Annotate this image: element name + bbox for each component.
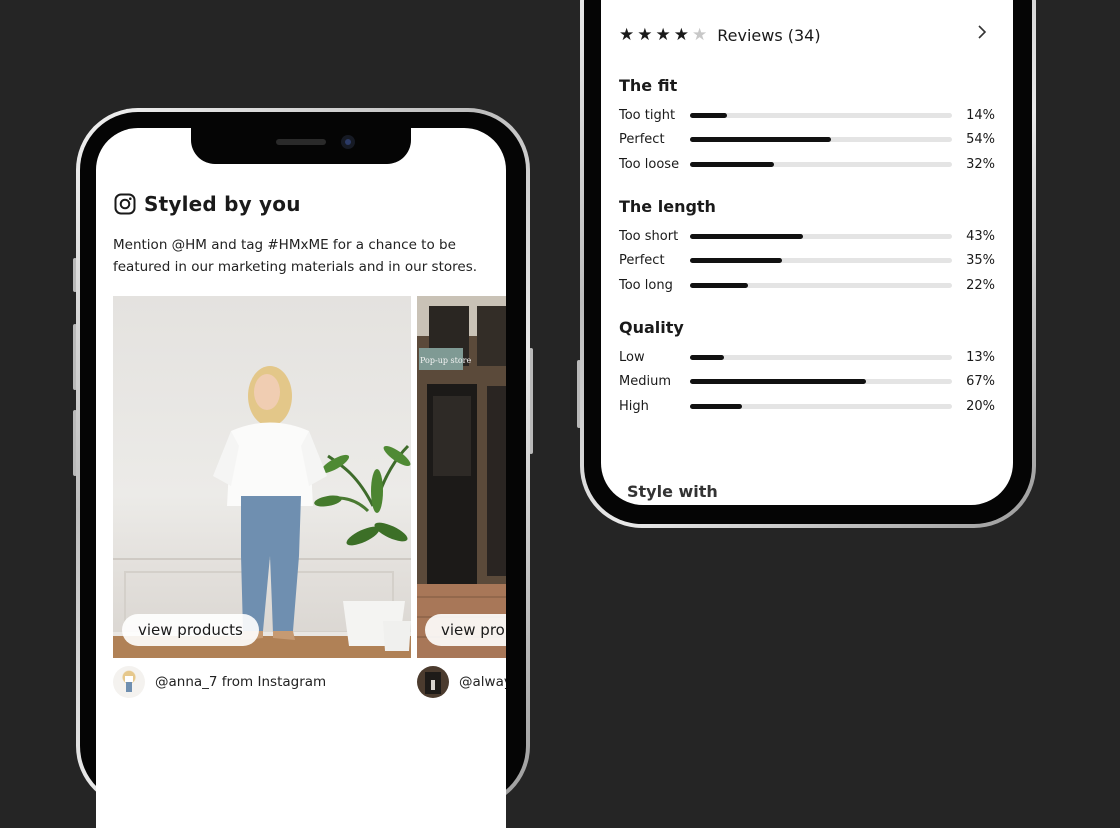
star-filled-icon: ★ [655,24,671,45]
review-bar-row: Medium 67% [619,373,995,391]
instagram-icon [114,193,136,215]
review-bar-row: Perfect 54% [619,131,995,149]
woman-photo-illustration [113,366,411,658]
bar-fill [690,379,866,384]
styled-by-you-description: Mention @HM and tag #HMxME for a chance … [113,237,478,275]
bar-track [690,161,952,167]
review-bar-row: High 20% [619,397,995,415]
review-bar-row: Too loose 32% [619,155,995,173]
notch [191,128,411,164]
bar-label: Low [619,349,645,365]
bar-label: High [619,398,649,414]
bar-fill [690,354,725,360]
bar-fill [690,161,774,167]
bar-track [690,282,952,288]
chevron-right-icon[interactable] [977,24,987,45]
bar-track [690,403,952,409]
review-section-title: The fit [619,76,678,95]
username: @anna_7 from Instagram [155,674,327,690]
bar-fill [690,233,803,239]
star-filled-icon: ★ [619,24,635,45]
review-bar-row: Low 13% [619,348,995,366]
bar-label: Perfect [619,253,665,268]
bar-percentage: 14% [966,107,995,123]
right-phone: ★ ★ ★ ★ ★ Reviews (34) The fit Too tight 14% Pe… [577,0,1036,528]
reviews-count-label: Reviews (34) [717,25,821,45]
bar-track [690,258,952,263]
left-screen: Styled by you Mention @HM and tag #HMxME… [96,128,506,828]
bar-label: Perfect [619,132,665,147]
right-screen: ★ ★ ★ ★ ★ Reviews (34) The fit Too tight 14% Pe… [601,0,1013,505]
bar-percentage: 43% [966,228,995,244]
bar-fill [690,403,743,409]
review-bar-row: Too short 43% [619,227,995,245]
bar-track [690,379,952,384]
bar-label: Medium [619,374,671,389]
bar-label: Too short [619,228,679,244]
post-author[interactable]: @alway [417,666,506,698]
bar-percentage: 54% [966,132,995,147]
bar-track [690,112,952,118]
bar-fill [690,258,782,263]
bar-fill [690,137,832,142]
avatar [417,666,449,698]
review-bar-row: Too tight 14% [619,106,995,124]
bar-percentage: 32% [966,156,995,172]
ugc-photo[interactable]: Pop-up store view pro [417,296,506,658]
star-filled-icon: ★ [673,24,689,45]
username: @alway [459,674,506,690]
review-section-title: Quality [619,318,684,337]
avatar [113,666,145,698]
storefront-sign: Pop-up store [420,356,472,365]
speaker-grille [276,139,326,145]
star-filled-icon: ★ [637,24,653,45]
bar-fill [690,112,727,118]
view-products-button[interactable]: view pro [425,614,506,646]
bar-fill [690,282,748,288]
bar-track [690,354,952,360]
review-bar-row: Perfect 35% [619,252,995,270]
bar-label: Too tight [619,107,676,123]
reviews-panel: ★ ★ ★ ★ ★ Reviews (34) The fit Too tight 14% Pe… [601,0,1013,501]
bar-percentage: 67% [966,374,995,389]
styled-by-you-header: Styled by you [114,192,301,216]
bar-percentage: 13% [966,349,995,365]
review-bar-row: Too long 22% [619,276,995,294]
storefront-photo-illustration [417,296,506,658]
review-section-title: The length [619,197,716,216]
style-with-title: Style with [627,482,718,501]
star-empty-icon: ★ [692,24,708,45]
bar-track [690,137,952,142]
view-products-button[interactable]: view products [122,614,259,646]
reviews-summary-row[interactable]: ★ ★ ★ ★ ★ Reviews (34) [619,22,995,48]
star-rating: ★ ★ ★ ★ ★ [619,24,708,45]
bar-percentage: 20% [966,398,995,414]
front-camera [341,135,355,149]
bar-percentage: 35% [966,253,995,268]
left-phone: Styled by you Mention @HM and tag #HMxME… [73,108,533,828]
ugc-photo[interactable]: view products [113,296,411,658]
bar-percentage: 22% [966,277,995,293]
section-title: Styled by you [144,192,301,216]
bar-track [690,233,952,239]
bar-label: Too long [619,277,673,293]
post-author[interactable]: @anna_7 from Instagram [113,666,326,698]
bar-label: Too loose [619,156,680,172]
